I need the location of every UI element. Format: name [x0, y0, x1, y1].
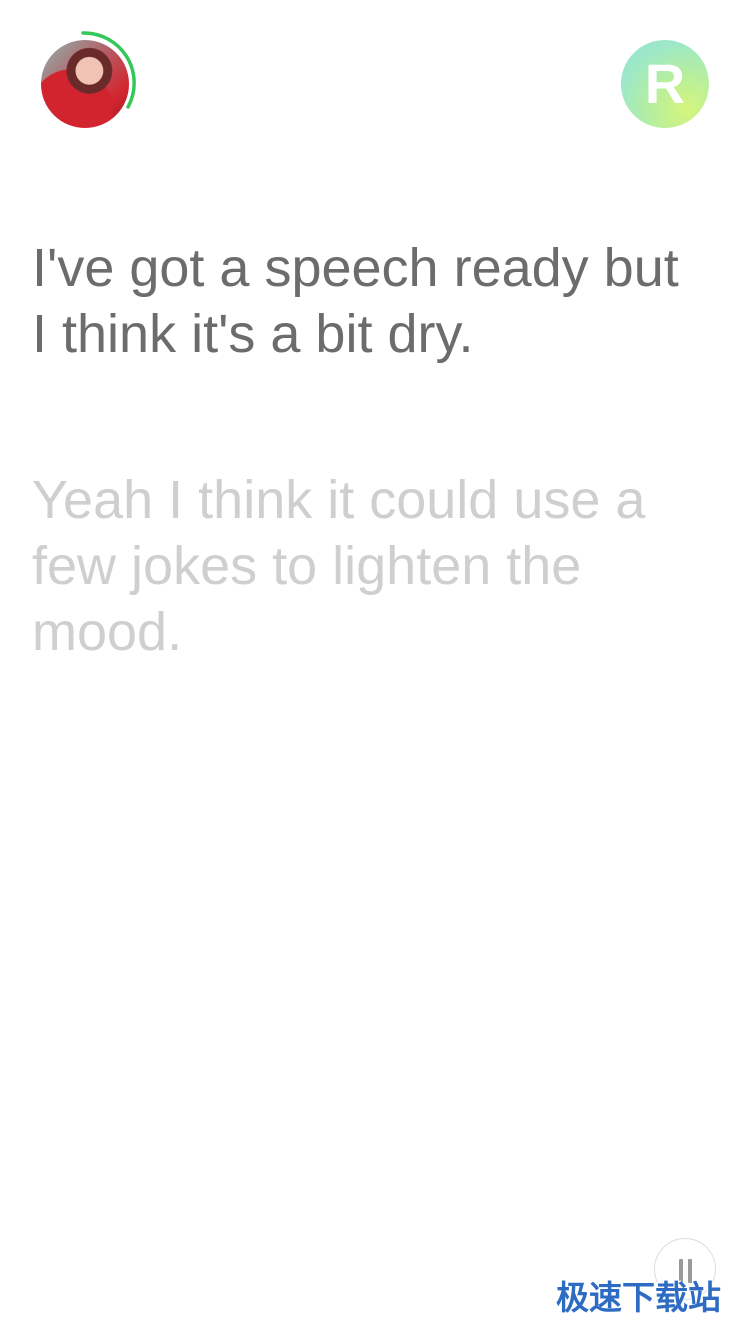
user-badge-letter: R	[644, 52, 686, 115]
user-badge[interactable]: R	[621, 40, 709, 128]
partner-avatar[interactable]	[36, 30, 138, 132]
timer-ring-icon	[81, 31, 136, 109]
conversation-line-2: Yeah I think it could use a few jokes to…	[32, 470, 646, 662]
watermark: 极速下载站	[556, 1278, 721, 1317]
conversation-screen: R I've got a speech ready but I think it…	[0, 0, 750, 1334]
conversation-line-1: I've got a speech ready but I think it's…	[32, 238, 679, 364]
